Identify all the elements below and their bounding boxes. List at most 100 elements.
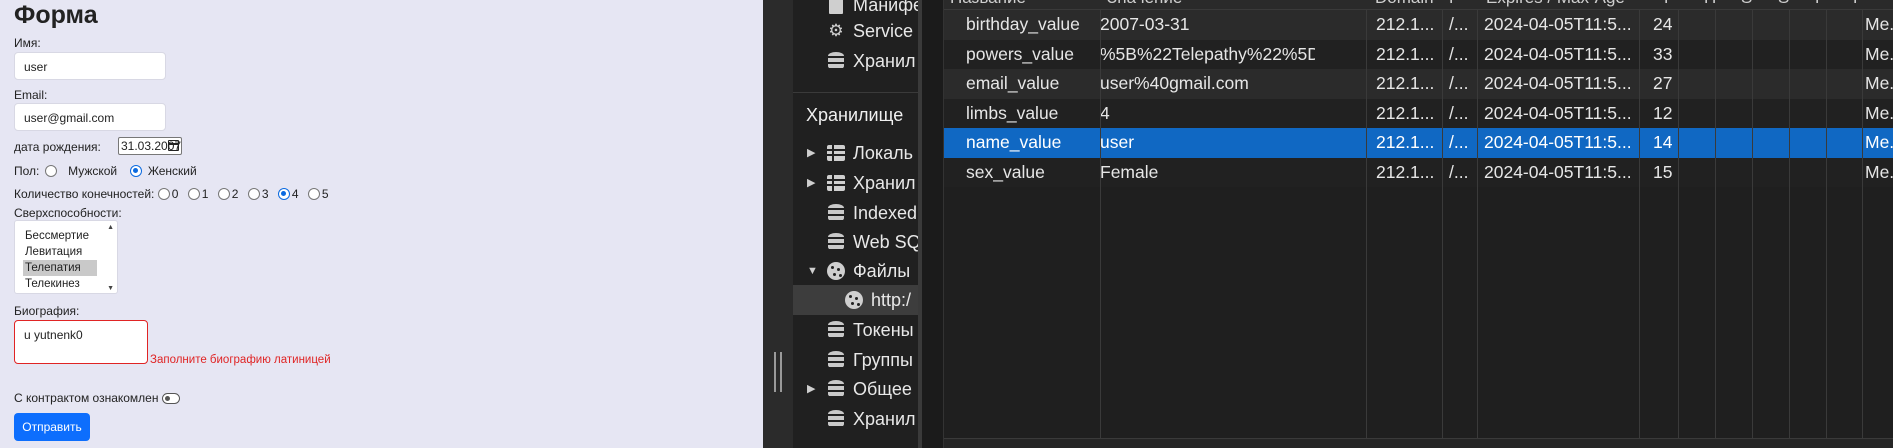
column-header-httponly[interactable]: H [1704,0,1730,8]
limbs-option-4: 4 [291,187,299,201]
cell-expires: 2024-04-05T11:5... [1484,14,1632,34]
sidebar-item-label: Service [853,21,914,41]
cell-name: name_value [966,132,1062,152]
limbs-radio-4[interactable] [277,188,290,200]
cookie-table: Название Значение Domain P Expires / Max… [922,0,1893,448]
table-row[interactable]: email_value user%40gmail.com 212.1... /... 2… [944,69,1893,99]
limbs-label: Количество конечностей: [14,187,155,201]
sidebar-item-interest-groups[interactable]: Группы [825,345,913,375]
form-page: Форма Имя: user Email: user@gmail.com да… [0,0,763,448]
database-icon [825,408,847,430]
sidebar-item-cache-storage[interactable]: Хранил [825,404,916,434]
name-input[interactable]: user [14,52,166,80]
gear-icon: ⚙ [828,21,844,40]
column-header-secure[interactable]: S [1741,0,1767,8]
sidebar-item-label: Хранил [853,173,916,193]
table-row[interactable]: birthday_value 2007-03-31 212.1... /... 2024… [944,10,1893,40]
limbs-radio-2[interactable] [217,188,230,200]
sidebar-item-label: Локаль [853,143,913,163]
powers-option[interactable]: Левитация [23,244,97,260]
table-row[interactable]: powers_value %5B%22Telepathy%22%5D 212.1..… [944,39,1893,69]
sidebar-separator [793,92,920,93]
sidebar-item-cookies[interactable]: ▼ Файлы [807,256,910,286]
expand-arrow-icon[interactable]: ▶ [807,374,815,404]
sidebar-item-label: Web SQ [853,232,920,252]
sidebar-item-indexeddb[interactable]: Indexed [825,198,917,228]
limbs-radio-3[interactable] [247,188,260,200]
sidebar-item-shared-storage[interactable]: ▶ Общее [807,374,912,404]
column-header-value[interactable]: Значение [1107,0,1237,8]
expand-arrow-icon[interactable]: ▶ [807,138,815,168]
limbs-option-2: 2 [231,187,239,201]
limbs-option-3: 3 [261,187,269,201]
scroll-up-icon[interactable]: ▲ [107,224,114,231]
collapse-arrow-icon[interactable]: ▼ [807,256,818,286]
sidebar-item-session-storage[interactable]: ▶ Хранил [807,168,916,198]
sidebar-item-label: Группы [853,350,913,370]
powers-option[interactable]: Бессмертие [23,228,97,244]
column-divider [1678,10,1679,438]
horizontal-scrollbar[interactable] [944,438,1893,448]
contract-toggle[interactable] [161,393,180,404]
database-icon [825,202,847,224]
cell-path: /... [1449,73,1469,93]
page-icon [825,0,847,16]
resize-handle[interactable] [774,352,782,392]
form-title: Форма [14,1,98,29]
limbs-radio-1[interactable] [187,188,200,200]
bio-textarea[interactable]: u yutnenk0 [14,320,148,364]
sidebar-item-label: Файлы [853,261,911,281]
limbs-radio-0[interactable] [157,188,170,200]
column-header-size[interactable]: Р [1664,0,1690,8]
calendar-icon[interactable] [168,140,179,151]
table-row[interactable]: sex_value Female 212.1... /... 2024-04-05T11… [944,157,1893,187]
sidebar-item-cookie-origin[interactable]: http:/ [843,285,911,315]
sidebar-item-websql[interactable]: Web SQ [825,227,920,257]
sidebar-item-storage-top[interactable]: Хранил [825,46,916,76]
limbs-radio-5[interactable] [307,188,320,200]
cell-value: 4 [1100,102,1110,123]
dob-input[interactable]: 31.03.2007 [118,137,182,155]
name-label: Имя: [14,36,41,50]
column-header-expires[interactable]: Expires / Max-Age [1486,0,1646,8]
dob-label: дата рождения: [14,140,101,154]
cell-priority: Me... [1865,161,1893,182]
column-header-domain[interactable]: Domain [1375,0,1445,8]
database-icon [825,349,847,371]
powers-option[interactable]: Телекинез [23,276,97,292]
sidebar-item-local-storage[interactable]: ▶ Локаль [807,138,913,168]
expand-arrow-icon[interactable]: ▶ [807,168,815,198]
storage-section-title: Хранилище [806,105,904,125]
limbs-option-0: 0 [171,187,179,201]
submit-button[interactable]: Отправить [14,413,90,441]
table-row-selected[interactable]: name_value user 212.1... /... 2024-04-05T11:… [944,128,1893,158]
column-header-priority[interactable]: Р [1853,0,1889,8]
cell-value: user%40gmail.com [1100,73,1249,93]
powers-option-selected[interactable]: Телепатия [23,260,97,276]
email-input-value: user@gmail.com [24,111,115,125]
cell-priority: Me... [1865,132,1893,152]
cell-name: email_value [966,73,1060,93]
column-header-samesite[interactable]: S [1778,0,1804,8]
cell-expires: 2024-04-05T11:5... [1484,73,1632,93]
powers-select[interactable]: ▲ Бессмертие Левитация Телепатия Телекин… [14,220,118,294]
application-sidebar: Манифест ⚙ Service Хранил Хранилище ▶ Ло… [793,0,920,448]
cookie-icon [825,260,847,282]
column-header-path[interactable]: P [1449,0,1475,8]
column-divider [1100,10,1101,438]
column-header-name[interactable]: Название [950,0,1090,8]
scroll-down-icon[interactable]: ▼ [107,285,114,292]
column-header-partition[interactable]: P [1815,0,1841,8]
email-input[interactable]: user@gmail.com [14,103,166,131]
email-label: Email: [14,88,48,102]
sidebar-item-service-workers[interactable]: ⚙ Service [825,16,913,46]
sex-radio-female[interactable] [130,165,143,177]
column-divider [1789,10,1790,438]
sex-radio-male[interactable] [44,165,57,177]
sidebar-item-label: Indexed [853,203,918,223]
limbs-option-5: 5 [321,187,329,201]
sidebar-item-tokens[interactable]: Токены [825,315,914,345]
table-row[interactable]: limbs_value 4 212.1... /... 2024-04-05T11:5.… [944,98,1893,128]
cell-path: /... [1449,43,1469,64]
column-divider [1826,10,1827,438]
